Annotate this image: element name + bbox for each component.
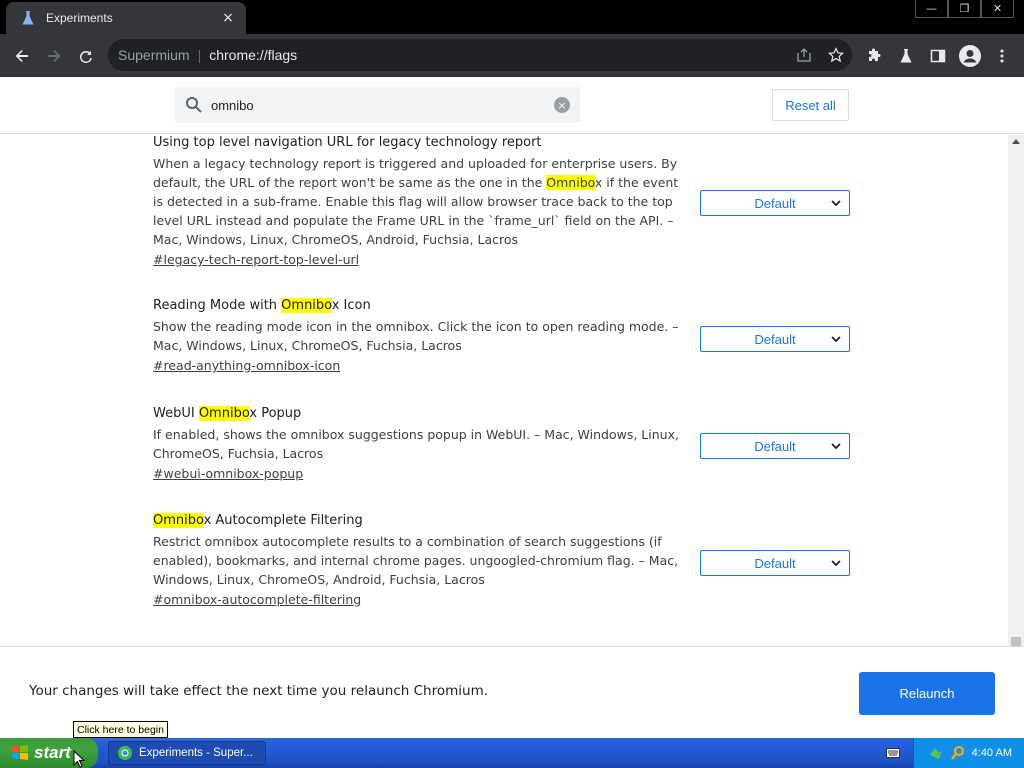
flag-name: Using top level navigation URL for legac… xyxy=(153,135,542,150)
tab-experiments[interactable]: Experiments × xyxy=(6,2,246,34)
url-separator: | xyxy=(197,47,202,63)
side-panel-icon xyxy=(930,49,946,62)
back-button[interactable] xyxy=(6,40,38,72)
star-icon xyxy=(828,47,844,63)
flag-state-select[interactable]: Default xyxy=(700,190,850,216)
menu-button[interactable] xyxy=(986,40,1018,72)
clear-search-icon[interactable]: × xyxy=(554,97,570,113)
flag-item: Reading Mode with Omnibox Icon Show the … xyxy=(153,298,853,373)
flag-name: Reading Mode with Omnibox Icon xyxy=(153,298,371,313)
clock[interactable]: 4:40 AM xyxy=(972,747,1012,759)
scrollbar-thumb[interactable] xyxy=(1011,637,1021,646)
flag-name: Omnibox Autocomplete Filtering xyxy=(153,513,363,528)
system-tray: 4:40 AM xyxy=(913,738,1024,768)
reload-button[interactable] xyxy=(70,40,102,72)
flag-link[interactable]: #legacy-tech-report-top-level-url xyxy=(153,252,853,267)
flag-state-select[interactable]: Default xyxy=(700,326,850,352)
forward-button[interactable] xyxy=(38,40,70,72)
close-window-button[interactable]: ✕ xyxy=(981,0,1014,18)
start-tooltip: Click here to begin xyxy=(73,721,168,738)
more-vert-icon xyxy=(1000,49,1004,62)
scroll-up-icon[interactable] xyxy=(1012,139,1020,144)
labs-button[interactable] xyxy=(890,40,922,72)
share-button[interactable] xyxy=(788,39,820,71)
flag-description: When a legacy technology report is trigg… xyxy=(153,156,679,247)
minimize-button[interactable]: — xyxy=(915,0,948,18)
tab-title: Experiments xyxy=(46,11,113,25)
arrow-right-icon xyxy=(48,49,61,62)
keyboard-icon[interactable] xyxy=(886,747,900,759)
bookmark-button[interactable] xyxy=(820,39,852,71)
flags-list: Using top level navigation URL for legac… xyxy=(0,135,1008,646)
flag-link[interactable]: #webui-omnibox-popup xyxy=(153,466,853,481)
flag-item: Using top level navigation URL for legac… xyxy=(153,135,853,267)
chevron-down-icon xyxy=(831,560,841,567)
flag-description: Show the reading mode icon in the omnibo… xyxy=(153,319,679,353)
windows-logo-icon xyxy=(12,745,28,760)
relaunch-button[interactable]: Relaunch xyxy=(859,672,995,715)
chevron-down-icon xyxy=(831,443,841,450)
reset-all-button[interactable]: Reset all xyxy=(772,89,849,121)
site-name: Supermium xyxy=(118,47,190,63)
avatar-icon xyxy=(959,44,981,67)
title-bar: Experiments × — ❐ ✕ xyxy=(0,0,1024,34)
mouse-cursor-icon xyxy=(73,750,85,768)
chevron-down-icon xyxy=(831,336,841,343)
relaunch-message: Your changes will take effect the next t… xyxy=(29,683,489,699)
flag-description: Restrict omnibox autocomplete results to… xyxy=(153,534,679,587)
flag-link[interactable]: #read-anything-omnibox-icon xyxy=(153,358,853,373)
address-bar[interactable]: Supermium | chrome://flags xyxy=(108,39,852,71)
restore-button[interactable]: ❐ xyxy=(948,0,981,18)
profile-button[interactable] xyxy=(954,40,986,72)
extensions-button[interactable] xyxy=(858,40,890,72)
flags-header: × Reset all xyxy=(0,77,1024,134)
search-input[interactable] xyxy=(211,97,541,113)
network-icon[interactable] xyxy=(928,745,944,761)
flag-state-select[interactable]: Default xyxy=(700,433,850,459)
side-panel-button[interactable] xyxy=(922,40,954,72)
flag-link[interactable]: #omnibox-autocomplete-filtering xyxy=(153,592,853,607)
flag-name: WebUI Omnibox Popup xyxy=(153,406,302,421)
url-text: chrome://flags xyxy=(209,47,298,63)
browser-toolbar: Supermium | chrome://flags xyxy=(0,34,1024,77)
arrow-left-icon xyxy=(15,49,28,62)
search-icon xyxy=(186,97,202,113)
flag-state-select[interactable]: Default xyxy=(700,550,850,576)
search-icon[interactable] xyxy=(950,745,966,761)
taskbar-item-label: Experiments - Super... xyxy=(139,747,253,759)
puzzle-icon xyxy=(869,48,881,61)
flag-description: If enabled, shows the omnibox suggestion… xyxy=(153,427,679,461)
chevron-down-icon xyxy=(831,200,841,207)
flag-item: WebUI Omnibox Popup If enabled, shows th… xyxy=(153,406,853,481)
scrollbar[interactable] xyxy=(1008,135,1024,646)
flag-item: Omnibox Autocomplete Filtering Restrict … xyxy=(153,513,853,607)
start-label: start xyxy=(34,743,71,762)
close-tab-icon[interactable]: × xyxy=(220,10,236,26)
flask-icon xyxy=(900,48,912,62)
browser-icon xyxy=(118,746,132,760)
share-icon xyxy=(797,48,811,62)
flask-icon xyxy=(22,11,34,25)
reload-icon xyxy=(79,50,92,63)
taskbar: start Experiments - Super... 4:40 AM xyxy=(0,738,1024,768)
taskbar-item-experiments[interactable]: Experiments - Super... xyxy=(108,741,266,765)
search-box[interactable]: × xyxy=(175,87,580,123)
